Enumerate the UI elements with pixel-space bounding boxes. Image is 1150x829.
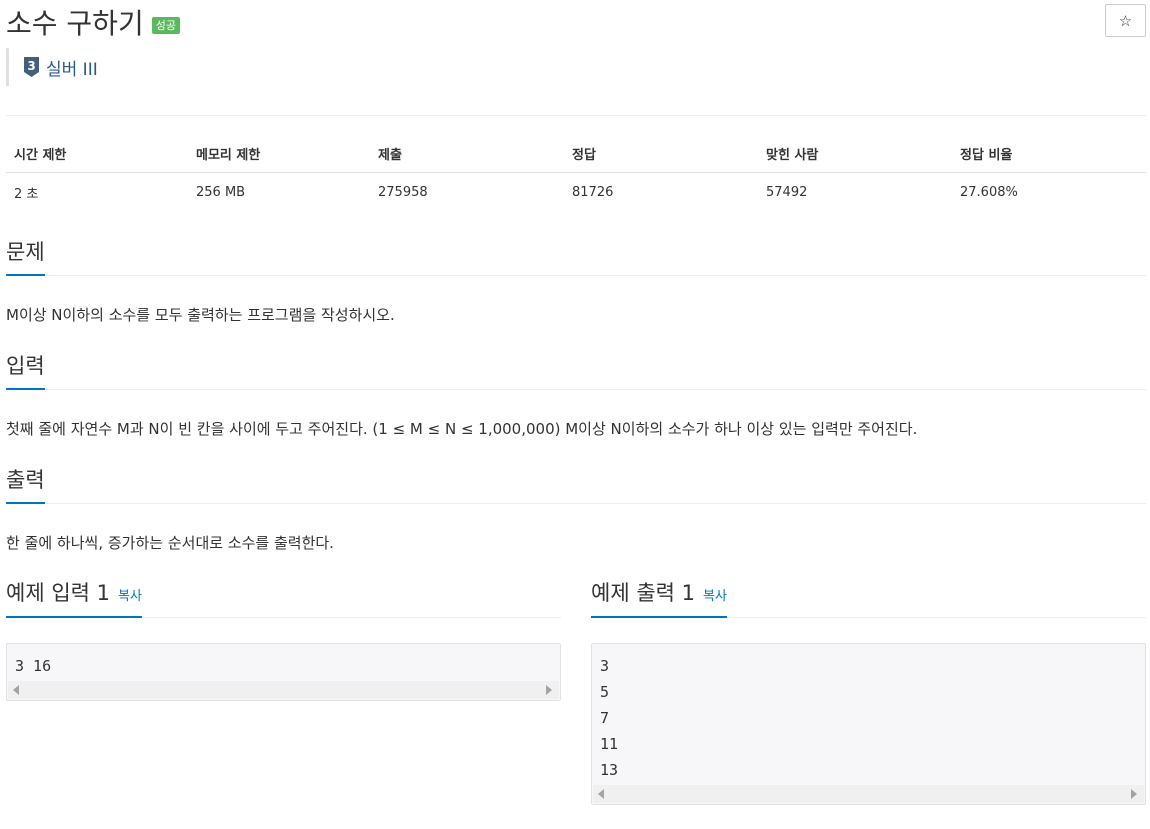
problem-tier: 3 실버 III	[6, 48, 98, 86]
scroll-right-arrow-icon[interactable]	[546, 685, 552, 695]
time-limit-value: 2 초	[14, 187, 39, 202]
problem-header: 소수 구하기 성공	[6, 2, 180, 42]
sample-output-section: 예제 출력 1 복사 3 5 7 11 13	[591, 578, 1146, 805]
scroll-left-arrow-icon[interactable]	[598, 789, 604, 799]
svg-text:3: 3	[27, 59, 35, 73]
sample-header: 예제 입력 1 복사	[6, 578, 561, 618]
scroll-right-arrow-icon[interactable]	[1131, 789, 1137, 799]
section-heading: 문제	[6, 238, 45, 276]
header-memory-limit: 메모리 제한	[188, 134, 370, 173]
header-accepted: 정답	[564, 134, 758, 173]
problem-description-text: M이상 N이하의 소수를 모두 출력하는 프로그램을 작성하시오.	[6, 306, 395, 324]
problem-description-section: 문제 M이상 N이하의 소수를 모두 출력하는 프로그램을 작성하시오.	[6, 238, 1146, 326]
sample-header: 예제 출력 1 복사	[591, 578, 1146, 618]
tier-label[interactable]: 실버 III	[46, 55, 98, 80]
accept-ratio-value: 27.608%	[960, 185, 1018, 200]
problem-input-text: 첫째 줄에 자연수 M과 N이 빈 칸을 사이에 두고 주어진다. (1 ≤ M…	[6, 420, 918, 438]
problem-output-text: 한 줄에 하나씩, 증가하는 순서대로 소수를 출력한다.	[6, 534, 334, 552]
problem-input-section: 입력 첫째 줄에 자연수 M과 N이 빈 칸을 사이에 두고 주어진다. (1 …	[6, 352, 1146, 440]
horizontal-scrollbar[interactable]	[8, 681, 559, 699]
silver-3-tier-icon: 3	[24, 57, 39, 77]
solved-users-value: 57492	[766, 185, 808, 200]
problem-info-table: 시간 제한 메모리 제한 제출 정답 맞힌 사람 정답 비율 2 초 256 M…	[6, 134, 1146, 212]
sample-input-title: 예제 입력 1	[6, 581, 110, 605]
table-header-row: 시간 제한 메모리 제한 제출 정답 맞힌 사람 정답 비율	[6, 134, 1146, 173]
status-badge: 성공	[151, 16, 180, 34]
copy-sample-input-button[interactable]: 복사	[118, 585, 142, 604]
header-submissions: 제출	[370, 134, 564, 173]
section-header: 출력	[6, 466, 1146, 504]
scroll-left-arrow-icon[interactable]	[13, 685, 19, 695]
sample-input-code: 3 16	[15, 657, 52, 675]
copy-sample-output-button[interactable]: 복사	[703, 585, 727, 604]
problem-output-section: 출력 한 줄에 하나씩, 증가하는 순서대로 소수를 출력한다.	[6, 466, 1146, 554]
section-header: 입력	[6, 352, 1146, 390]
horizontal-scrollbar[interactable]	[593, 785, 1144, 803]
memory-limit-value: 256 MB	[196, 185, 246, 200]
sample-input-box[interactable]: 3 16	[6, 643, 561, 701]
sample-output-code: 3 5 7 11 13	[600, 657, 619, 779]
header-divider	[6, 115, 1146, 116]
sample-output-box[interactable]: 3 5 7 11 13	[591, 643, 1146, 805]
header-accept-ratio: 정답 비율	[952, 134, 1146, 173]
accepted-value: 81726	[572, 185, 614, 200]
star-icon: ☆	[1118, 12, 1133, 30]
section-heading: 출력	[6, 466, 45, 504]
table-row: 2 초 256 MB 275958 81726 57492 27.608%	[6, 173, 1146, 213]
sample-output-title: 예제 출력 1	[591, 581, 695, 605]
header-time-limit: 시간 제한	[6, 134, 188, 173]
sample-heading: 예제 입력 1 복사	[6, 578, 142, 618]
favorite-star-button[interactable]: ☆	[1105, 4, 1146, 37]
submissions-value: 275958	[378, 185, 428, 200]
section-heading: 입력	[6, 352, 45, 390]
sample-input-section: 예제 입력 1 복사 3 16	[6, 578, 561, 701]
sample-heading: 예제 출력 1 복사	[591, 578, 727, 618]
problem-title: 소수 구하기	[6, 7, 144, 40]
header-solved-users: 맞힌 사람	[758, 134, 952, 173]
section-header: 문제	[6, 238, 1146, 276]
